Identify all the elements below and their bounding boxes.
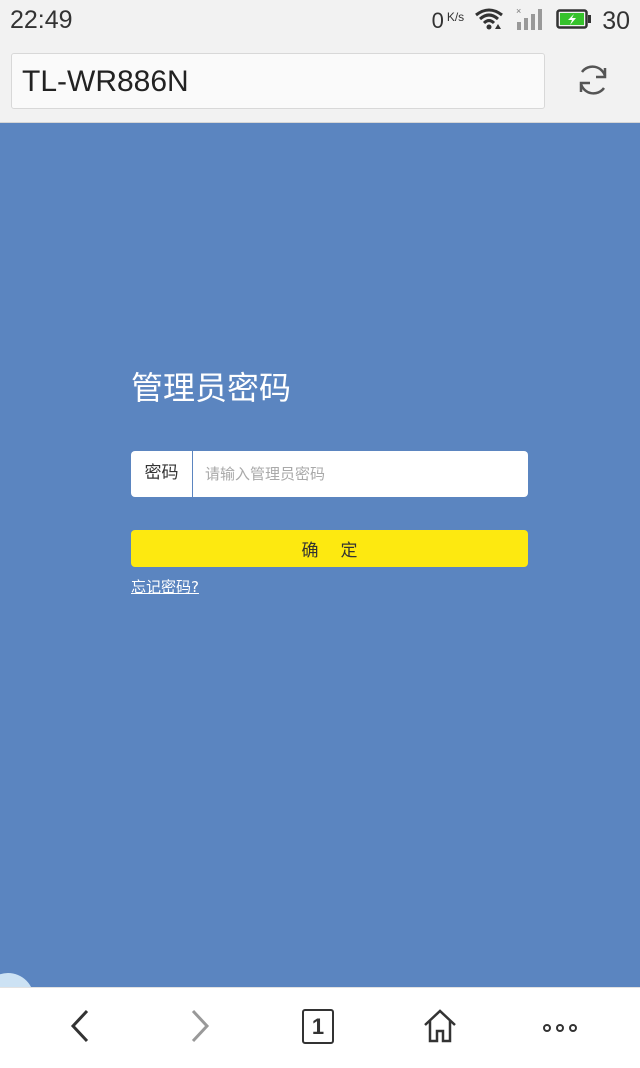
status-bar: 22:49 0 K/s × 30	[0, 0, 640, 42]
password-input[interactable]	[193, 451, 523, 497]
status-icons: 0 K/s × 30	[432, 6, 630, 36]
home-icon	[422, 1008, 458, 1048]
url-box[interactable]: TL-WR886N	[11, 53, 545, 109]
back-arrow-icon	[68, 1008, 92, 1048]
forward-button[interactable]	[178, 1006, 222, 1050]
status-time: 22:49	[10, 6, 73, 34]
wifi-icon	[474, 7, 504, 36]
battery-icon	[556, 8, 592, 35]
page-title: 管理员密码	[131, 369, 292, 407]
svg-text:×: ×	[516, 6, 521, 16]
confirm-button[interactable]: 确定	[131, 530, 528, 567]
bottom-nav: 1	[0, 987, 640, 1068]
network-speed: 0 K/s	[432, 8, 465, 34]
refresh-icon	[574, 61, 612, 103]
forward-arrow-icon	[188, 1008, 212, 1048]
back-button[interactable]	[58, 1006, 102, 1050]
network-speed-value: 0	[431, 8, 444, 33]
tabs-button[interactable]: 1	[302, 1009, 334, 1044]
network-speed-unit: K/s	[446, 10, 465, 24]
forgot-password-link[interactable]: 忘记密码?	[131, 576, 199, 597]
password-field: 密码	[131, 451, 528, 497]
refresh-button[interactable]	[570, 62, 616, 102]
tab-count: 1	[302, 1009, 334, 1044]
login-page: 管理员密码 密码 确定 忘记密码?	[0, 123, 640, 987]
battery-level: 30	[602, 6, 630, 35]
home-button[interactable]	[418, 1006, 462, 1050]
password-label: 密码	[144, 463, 179, 483]
signal-icon: ×	[514, 6, 546, 37]
more-icon	[542, 1019, 578, 1038]
url-text: TL-WR886N	[22, 65, 189, 98]
address-bar: TL-WR886N	[0, 42, 640, 123]
more-button[interactable]	[538, 1006, 582, 1050]
